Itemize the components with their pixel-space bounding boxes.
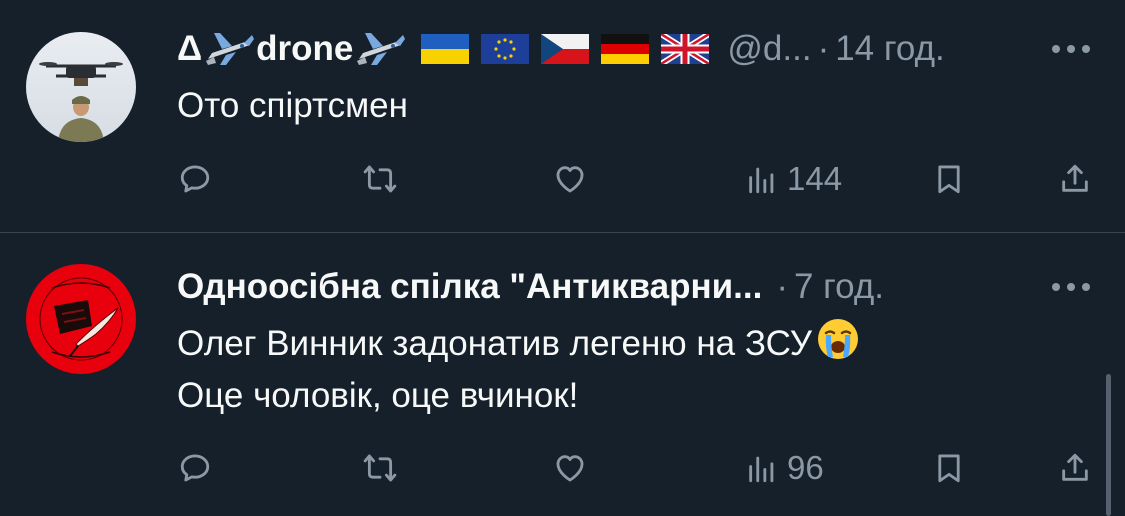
views-button[interactable]: 96 (745, 443, 824, 493)
retweet-button[interactable] (363, 154, 397, 204)
avatar[interactable] (26, 264, 136, 374)
airplane-icon (357, 33, 406, 65)
flag-germany-icon (601, 34, 650, 64)
scrollbar[interactable] (1106, 374, 1111, 516)
airplane-icon (206, 33, 255, 65)
display-name[interactable]: Одноосібна спілка "Антикварни... (177, 267, 762, 307)
more-options-icon[interactable] (1049, 280, 1093, 294)
bookmark-button[interactable] (932, 443, 966, 493)
heart-icon (556, 455, 584, 482)
reply-button[interactable] (178, 443, 212, 493)
tweet[interactable]: Одноосібна спілка "Антикварни... · 7 год… (0, 233, 1125, 516)
like-button[interactable] (553, 154, 587, 204)
retweet-icon (363, 165, 397, 193)
tweet-text-line: Оце чоловік, оце вчинок! (177, 376, 579, 415)
user-handle[interactable]: @d... (727, 29, 811, 69)
tweet-text-segment: Олег Винник задонатив легеню на ЗСУ (177, 324, 812, 363)
reply-icon (180, 454, 210, 482)
tweet[interactable]: Δ drone @d... · 14 год. Ото спіртсмен 14… (0, 0, 1125, 232)
loudly-crying-face-icon (817, 319, 858, 359)
display-name-main: drone (256, 29, 354, 68)
display-name-prefix: Δ (177, 29, 203, 68)
views-count: 96 (787, 449, 824, 486)
tweet-header: Одноосібна спілка "Антикварни... · 7 год… (177, 265, 884, 309)
separator-dot: · (817, 29, 830, 68)
reply-icon (180, 165, 210, 193)
separator-dot: · (776, 267, 788, 306)
tweet-actions: 144 (0, 154, 1125, 204)
views-count: 144 (787, 160, 843, 197)
heart-icon (556, 166, 584, 193)
reply-button[interactable] (178, 154, 212, 204)
display-name[interactable]: Δ drone (177, 29, 407, 69)
share-icon (1062, 453, 1088, 481)
bookmark-button[interactable] (932, 154, 966, 204)
bookmark-icon (938, 454, 960, 483)
flag-czech-icon (541, 34, 590, 64)
share-button[interactable] (1058, 443, 1092, 493)
retweet-button[interactable] (363, 443, 397, 493)
share-icon (1062, 164, 1088, 192)
tweet-text: Олег Винник задонатив легеню на ЗСУ Оце … (177, 317, 860, 422)
flag-eu-icon (481, 34, 530, 64)
flag-ukraine-icon (421, 34, 470, 64)
timeline-feed: Δ drone @d... · 14 год. Ото спіртсмен 14… (0, 0, 1125, 516)
like-button[interactable] (553, 443, 587, 493)
tweet-text: Ото спіртсмен (177, 80, 408, 132)
share-button[interactable] (1058, 154, 1092, 204)
more-options-icon[interactable] (1049, 42, 1093, 56)
tweet-header: Δ drone @d... · 14 год. (177, 27, 945, 71)
tweet-text-line: Олег Винник задонатив легеню на ЗСУ (177, 317, 860, 370)
timestamp[interactable]: 14 год. (835, 29, 945, 69)
avatar[interactable] (26, 32, 136, 142)
tweet-text-line: Ото спіртсмен (177, 86, 408, 125)
retweet-icon (363, 454, 397, 482)
bookmark-icon (938, 165, 960, 194)
views-button[interactable]: 144 (745, 154, 842, 204)
timestamp[interactable]: 7 год. (794, 267, 884, 307)
flag-uk-icon (661, 34, 710, 64)
views-chart-icon (749, 456, 774, 483)
tweet-actions: 96 (0, 443, 1125, 493)
views-chart-icon (749, 167, 774, 194)
